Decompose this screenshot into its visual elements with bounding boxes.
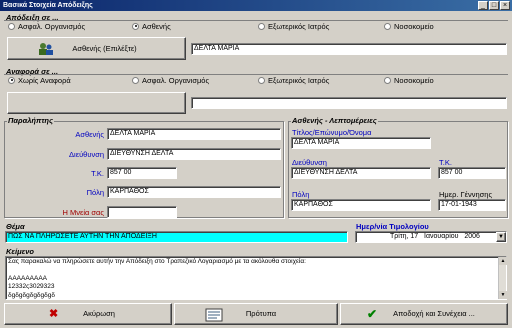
body-line: δgδgδgδgδgδgδ [8,291,56,299]
body-label: Κείμενο [6,247,34,256]
recipient-name-label: Ασθενής [75,130,104,139]
checkmark-icon: ✔ [367,307,378,321]
invoice-date-day: Τρίτη [390,233,407,240]
radio-circle [258,22,265,30]
patient-address-field[interactable]: ΔΙΕΥΘΥΝΣΗ ΔΕΛΤΑ [291,167,431,179]
minimize-button[interactable]: _ [478,1,488,10]
patient-address-label: Διεύθυνση [292,158,327,167]
cancel-x-icon: ✖ [49,308,59,320]
reference-select-button[interactable] [7,92,186,114]
maximize-button[interactable]: □ [489,1,499,10]
body-line: Σας παρακαλώ να πληρώσετε αυτήν την Απόδ… [8,258,306,265]
patient-city-field[interactable]: ΚΑΡΠΑΘΟΣ [291,199,431,211]
radio-circle [384,22,391,30]
accept-continue-button[interactable]: ✔ Αποδοχή και Συνέχεια ... [340,303,508,325]
radio-circle [132,76,139,84]
recipient-address-field[interactable]: ΔΙΕΥΘΥΝΣΗ ΔΕΛΤΑ [107,148,281,160]
divider [4,20,508,21]
body-scrollbar[interactable]: ▲ ▼ [498,257,507,299]
body-line-blank [8,267,506,275]
recipient-city-field[interactable]: ΚΑΡΠΑΘΟΣ [107,186,281,198]
invoice-date-value: , 17 Ιανουαρίου 2006 [406,233,480,240]
subject-field[interactable]: ΠΩΣ ΝΑ ΠΛΗΡΩΣΕΤΕ ΑΥΤΗΝ ΤΗΝ ΑΠΟΔΕΙΞΗ [5,231,348,243]
template-button[interactable]: Πρότυπα [174,303,338,325]
recipient-address-label: Διεύθυνση [69,150,104,159]
patient-title-field[interactable]: ΔΕΛΤΑ ΜΑΡΙΑ [291,137,431,149]
recipient-name-field[interactable]: ΔΕΛΤΑ ΜΑΡΙΑ [107,128,281,140]
scroll-up-icon[interactable]: ▲ [499,257,507,265]
body-line: AAAAAAAAA [8,274,48,282]
radio-circle-selected [132,22,139,30]
recipient-mention-label: Η Μνεία σας [62,208,104,217]
subject-label: Θέμα [6,222,25,231]
title-bar: Βασικά Στοιχεία Απόδειξης [0,0,512,11]
patient-header: Ασθενής - Λεπτομέρειες [291,116,378,125]
radio-issued-patient[interactable]: Ασθενής [132,22,171,31]
radio-issued-doctor[interactable]: Εξωτερικός Ιατρός [258,22,329,31]
radio-issued-insurance[interactable]: Ασφαλ. Οργανισμός [8,22,85,31]
chevron-down-icon: ▼ [498,234,504,240]
date-dropdown-button[interactable]: ▼ [496,232,506,242]
patient-zip-label: Τ.Κ. [439,158,452,167]
close-button[interactable]: × [500,1,510,10]
radio-ref-doctor[interactable]: Εξωτερικός Ιατρός [258,76,329,85]
reference-field[interactable] [191,97,507,109]
divider [4,74,508,75]
radio-ref-insurance[interactable]: Ασφαλ. Οργανισμός [132,76,209,85]
select-patient-button[interactable]: Ασθενής (Επιλέξτε) [7,37,186,60]
patient-title-label: Τίτλος/Επώνυμο/Όνομα [292,128,372,137]
radio-ref-hospital[interactable]: Νοσοκομείο [384,76,434,85]
patient-birth-label: Ημερ. Γέννησης [439,190,493,199]
scroll-down-icon[interactable]: ▼ [499,291,507,299]
radio-circle [384,76,391,84]
radio-circle [258,76,265,84]
body-line: 12332ς3029323 [8,283,55,290]
radio-issued-hospital[interactable]: Νοσοκομείο [384,22,434,31]
radio-circle-selected [8,76,15,84]
window-title: Βασικά Στοιχεία Απόδειξης [3,2,93,9]
issued-to-field[interactable]: ΔΕΛΤΑ ΜΑΡΙΑ [191,43,507,55]
radio-ref-none[interactable]: Χωρίς Αναφορά [8,76,71,85]
patient-birth-field[interactable]: 17-01-1943 [438,199,506,211]
radio-circle [8,22,15,30]
invoice-date-picker[interactable]: Τρίτη, 17 Ιανουαρίου 2006 [355,231,507,243]
template-icon [205,308,223,322]
recipient-city-label: Πόλη [86,188,104,197]
invoice-date-label: Ημερ/νία Τιμολογίου [356,222,429,231]
body-textarea[interactable]: Σας παρακαλώ να πληρώσετε αυτήν την Απόδ… [5,256,507,300]
cancel-button[interactable]: ✖ Ακύρωση [4,303,172,325]
patient-zip-field[interactable]: 857 00 [438,167,506,179]
recipient-mention-field[interactable] [107,206,177,218]
recipient-zip-label: Τ.Κ. [91,169,104,178]
recipient-zip-field[interactable]: 857 00 [107,167,177,179]
patient-city-label: Πόλη [292,190,310,199]
recipient-header: Παραλήπτης [7,116,54,125]
people-icon [39,43,53,55]
